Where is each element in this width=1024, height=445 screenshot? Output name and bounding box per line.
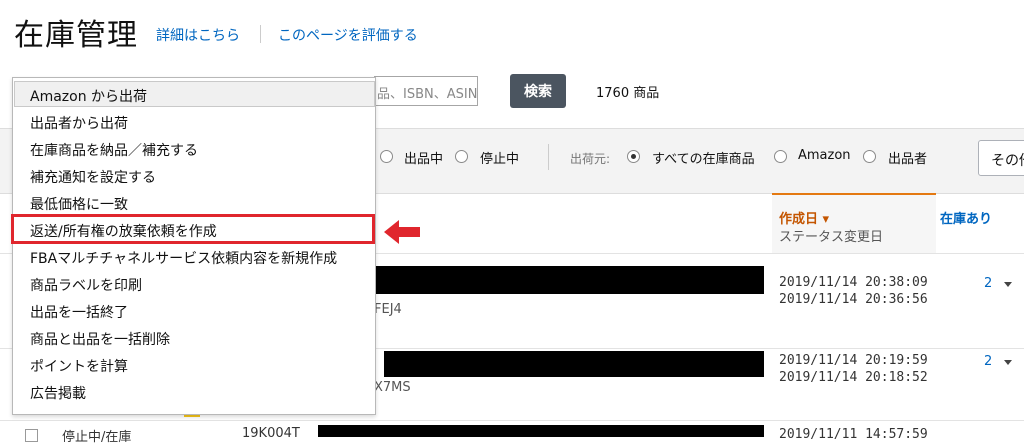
rate-page-link[interactable]: このページを評価する [278,25,418,45]
created-date: 2019/11/11 14:57:59 [779,427,928,442]
menu-item-multichannel-order[interactable]: FBAマルチチャネルサービス依頼内容を新規作成 [30,248,337,268]
status-changed-sort[interactable]: ステータス変更日 [779,226,883,245]
redacted-title [318,425,764,437]
ship-from-amazon-label: Amazon [798,148,851,163]
status-active-radio[interactable] [380,150,393,163]
created-date-sort[interactable]: 作成日 ▾ [779,208,829,227]
status-active-label: 出品中 [404,152,444,167]
ship-from-all-radio[interactable] [627,150,640,163]
header-divider [260,25,261,43]
menu-item-ship-from-seller[interactable]: 出品者から出荷 [30,113,128,133]
asin-partial: FEJ4 [374,302,402,317]
menu-item-close-listings[interactable]: 出品を一括終了 [30,302,128,322]
chevron-down-icon[interactable] [1004,282,1012,287]
listing-status: 停止中/在庫 [62,430,132,445]
status-changed-date: 2019/11/14 20:18:52 [779,370,928,385]
status-inactive-radio[interactable] [455,150,468,163]
ship-from-all-label: すべての在庫商品 [652,152,755,167]
stock-count[interactable]: 2 [984,354,992,369]
details-link[interactable]: 詳細はこちら [156,25,240,45]
stock-count[interactable]: 2 [984,276,992,291]
sort-indicator-bar [772,193,936,195]
redacted-title [374,266,764,294]
menu-item-calculate-points[interactable]: ポイントを計算 [30,356,128,376]
status-inactive-label: 停止中 [480,152,520,167]
dropdown-selected-label: Amazon から出荷 [30,89,148,105]
menu-item-match-low-price[interactable]: 最低価格に一致 [30,194,128,214]
ship-from-seller-radio[interactable] [863,150,876,163]
menu-item-print-labels[interactable]: 商品ラベルを印刷 [30,275,142,295]
created-date: 2019/11/14 20:38:09 [779,275,928,290]
product-count: 1760 商品 [596,86,660,101]
menu-item-advertise[interactable]: 広告掲載 [30,383,86,403]
status-changed-date: 2019/11/14 20:36:56 [779,292,928,307]
filter-divider [548,144,549,170]
in-stock-sort[interactable]: 在庫あり [940,208,992,227]
created-date: 2019/11/14 20:19:59 [779,353,928,368]
menu-item-delete-products[interactable]: 商品と出品を一括削除 [30,329,170,349]
red-arrow-icon [384,220,420,244]
sku-partial: 19K004T [242,426,300,441]
highlight-box [11,214,375,244]
row-checkbox[interactable] [25,429,38,442]
ship-from-seller-label: 出品者 [888,152,928,167]
chevron-down-icon[interactable] [1004,360,1012,365]
page-title: 在庫管理 [14,18,138,53]
search-placeholder: 品、ISBN、ASIN [377,87,478,102]
menu-item-restock-alert[interactable]: 補充通知を設定する [30,167,156,187]
search-button[interactable]: 検索 [510,74,566,108]
ship-from-label: 出荷元: [570,152,611,166]
other-button[interactable]: その他 [978,140,1024,176]
asin-partial: X7MS [374,380,411,395]
row-divider [0,420,1024,421]
menu-item-send-replenish[interactable]: 在庫商品を納品／補充する [30,140,198,160]
redacted-title [384,351,764,377]
ship-from-amazon-radio[interactable] [774,150,787,163]
